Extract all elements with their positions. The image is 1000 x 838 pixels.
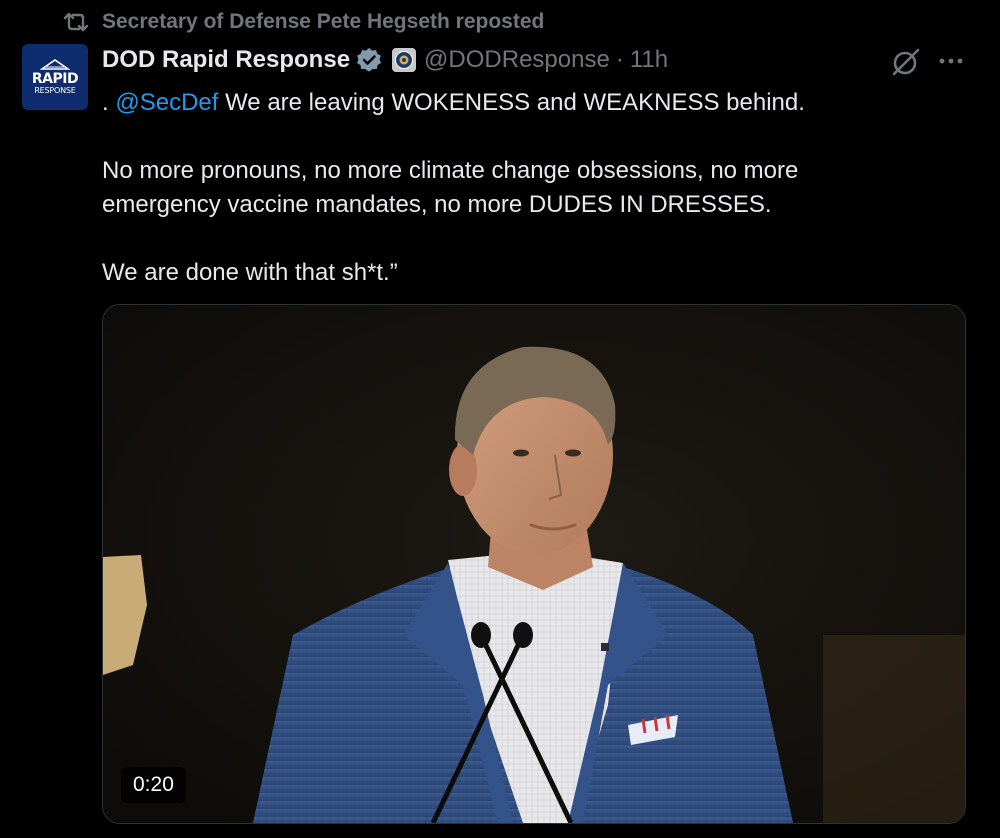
affiliation-badge-icon[interactable] [392,48,417,72]
tweet-paragraph-3: We are done with that sh*t.” [102,259,398,286]
repost-icon [62,10,90,34]
tweet-header: DOD Rapid Response @DODResponse · 11h [102,42,668,78]
grok-icon[interactable] [890,46,922,78]
tweet-text: . @SecDef We are leaving WOKENESS and WE… [102,86,962,290]
timestamp[interactable]: 11h [630,46,668,74]
repost-context: Secretary of Defense Pete Hegseth repost… [62,8,544,36]
tweet-line1-rest: We are leaving WOKENESS and WEAKNESS beh… [218,89,805,116]
avatar-text-sub: RESPONSE [34,86,76,95]
repost-label[interactable]: Secretary of Defense Pete Hegseth repost… [102,10,544,34]
tweet-paragraph-2: No more pronouns, no more climate change… [102,157,799,218]
verified-badge-icon[interactable] [356,47,382,73]
pentagon-emblem-icon [40,59,70,70]
avatar[interactable]: RAPID RESPONSE [22,44,88,110]
tweet-line1-prefix: . [102,89,116,116]
mention-link[interactable]: @SecDef [115,89,218,116]
video-duration: 0:20 [121,767,186,803]
author-handle[interactable]: @DODResponse [424,46,610,74]
author-display-name[interactable]: DOD Rapid Response [102,46,350,74]
tweet-line-1: . @SecDef We are leaving WOKENESS and WE… [102,86,962,120]
more-options-icon[interactable] [936,48,966,74]
video-thumbnail [103,305,965,823]
video-player[interactable]: 0:20 [102,304,966,824]
tweet[interactable]: Secretary of Defense Pete Hegseth repost… [0,0,1000,838]
header-separator: · [615,46,624,73]
avatar-text-main: RAPID [31,71,79,87]
